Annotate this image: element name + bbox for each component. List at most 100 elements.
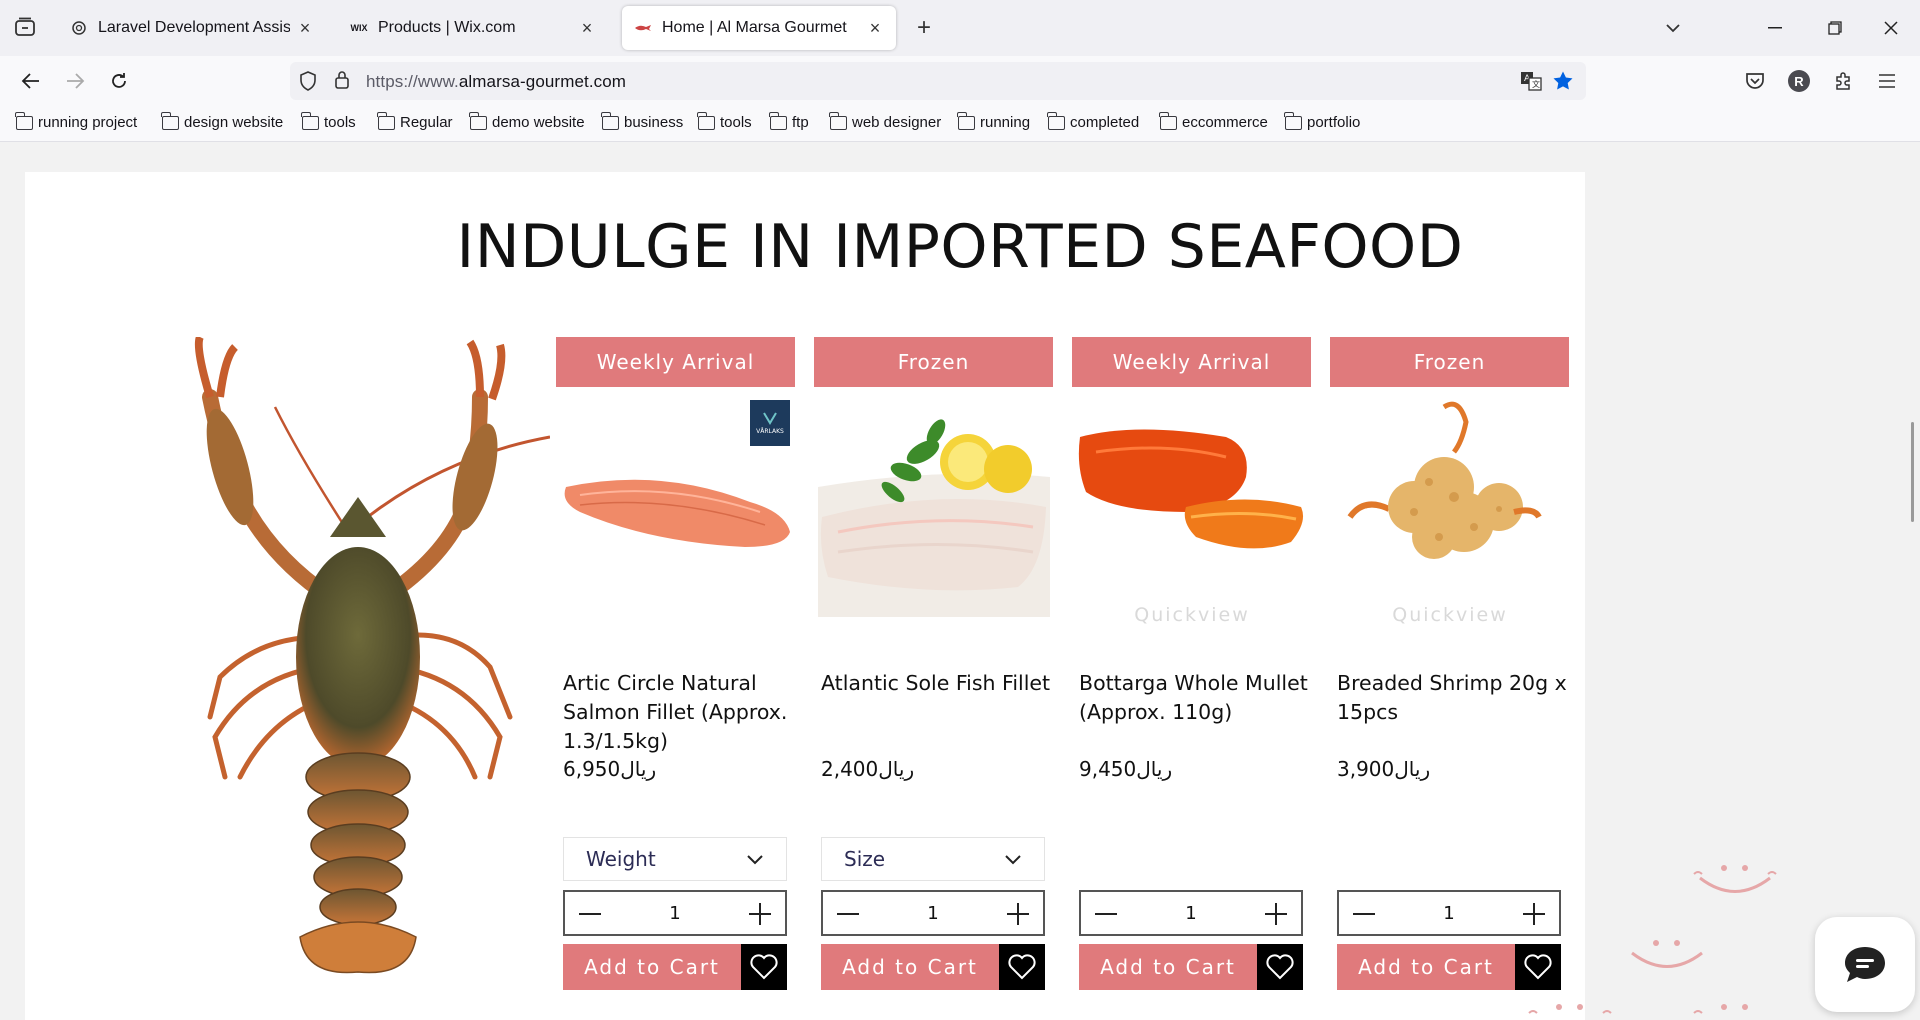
product-card[interactable]: Weekly Arrival VÅRLAKS Artic Circle Natu… (556, 337, 796, 1020)
wishlist-button[interactable] (741, 944, 787, 990)
tab-wix[interactable]: WIX Products | Wix.com × (338, 6, 608, 50)
minimize-icon[interactable] (1760, 14, 1790, 42)
tab-almarsa[interactable]: Home | Al Marsa Gourmet × (622, 6, 896, 50)
svg-text:文: 文 (1532, 79, 1540, 89)
quickview-link[interactable]: Quickview (1072, 604, 1312, 626)
url-text: https://www.almarsa-gourmet.com (366, 72, 627, 91)
plus-icon[interactable] (1263, 901, 1289, 927)
product-name[interactable]: Artic Circle Natural Salmon Fillet (Appr… (563, 669, 795, 756)
product-name[interactable]: Breaded Shrimp 20g x 15pcs (1337, 669, 1569, 727)
chevron-down-icon (747, 855, 763, 865)
quantity-value[interactable]: 1 (927, 903, 938, 924)
close-icon[interactable]: × (578, 18, 596, 38)
quantity-stepper[interactable]: 1 (563, 890, 787, 936)
tab-laravel[interactable]: Laravel Development Assistance × (58, 6, 326, 50)
extensions-icon[interactable] (1828, 66, 1858, 96)
back-arrow-icon[interactable] (16, 66, 46, 96)
product-image[interactable] (1076, 397, 1308, 617)
close-window-icon[interactable] (1876, 14, 1906, 42)
add-to-cart-button[interactable]: Add to Cart (821, 944, 999, 990)
plus-icon[interactable] (1521, 901, 1547, 927)
crayfish-image (194, 337, 550, 974)
scrollbar-thumb[interactable] (1911, 422, 1914, 522)
close-icon[interactable]: × (866, 18, 884, 38)
wix-icon: WIX (350, 23, 368, 33)
bookmark-folder[interactable]: eccommerce (1159, 111, 1268, 131)
product-image[interactable] (818, 397, 1050, 617)
pocket-icon[interactable] (1740, 66, 1770, 96)
product-price: 6,950ريال (563, 757, 657, 781)
address-bar[interactable]: https://www.almarsa-gourmet.com A文 (290, 62, 1586, 100)
tab-title: Laravel Development Assistance (98, 19, 290, 36)
product-name[interactable]: Atlantic Sole Fish Fillet (821, 669, 1053, 698)
wishlist-button[interactable] (999, 944, 1045, 990)
lock-icon[interactable] (334, 70, 350, 95)
add-to-cart-button[interactable]: Add to Cart (1337, 944, 1515, 990)
product-image[interactable]: VÅRLAKS (560, 397, 792, 617)
forward-arrow-icon[interactable] (60, 66, 90, 96)
quantity-value[interactable]: 1 (669, 903, 680, 924)
close-icon[interactable]: × (296, 18, 314, 38)
chat-button[interactable] (1815, 917, 1915, 1012)
product-name[interactable]: Bottarga Whole Mullet (Approx. 110g) (1079, 669, 1311, 727)
minus-icon[interactable] (835, 901, 861, 927)
avatar[interactable]: R (1784, 66, 1814, 96)
plus-icon[interactable] (1005, 901, 1031, 927)
wishlist-button[interactable] (1257, 944, 1303, 990)
weight-select[interactable]: Weight (563, 837, 787, 881)
minus-icon[interactable] (1093, 901, 1119, 927)
bookmark-folder[interactable]: tools (697, 111, 752, 131)
bookmark-folder[interactable]: business (601, 111, 683, 131)
product-card[interactable]: Weekly Arrival Quickview Bottarga Whole … (1072, 337, 1312, 1020)
quickview-link[interactable]: Quickview (1330, 604, 1570, 626)
folder-icon (1159, 111, 1177, 130)
quantity-value[interactable]: 1 (1443, 903, 1454, 924)
tab-list-icon[interactable] (12, 14, 38, 40)
list-all-tabs-icon[interactable] (1658, 14, 1688, 42)
add-to-cart-button[interactable]: Add to Cart (1079, 944, 1257, 990)
tab-title: Home | Al Marsa Gourmet (662, 19, 847, 36)
star-bookmark-icon[interactable] (1552, 70, 1574, 97)
folder-icon (957, 111, 975, 130)
shield-icon[interactable] (298, 70, 318, 97)
quantity-stepper[interactable]: 1 (1079, 890, 1303, 936)
product-card[interactable]: Frozen Quickview Breaded Shrimp 20g x 15… (1330, 337, 1570, 1020)
page-viewport: INDULGE IN IMPORTED SEAFOOD Weekly Arriv… (0, 142, 1920, 1020)
bookmarks-toolbar: running project design website tools Reg… (0, 106, 1920, 142)
bookmark-folder[interactable]: web designer (829, 111, 941, 131)
bookmark-folder[interactable]: completed (1047, 111, 1139, 131)
new-tab-icon[interactable]: + (910, 14, 938, 42)
product-ribbon: Frozen (814, 337, 1053, 387)
heart-icon (1008, 954, 1036, 980)
product-price: 9,450ريال (1079, 757, 1173, 781)
minus-icon[interactable] (1351, 901, 1377, 927)
bookmark-folder[interactable]: Regular (377, 111, 453, 131)
smiley-doodle-icon (1693, 865, 1777, 893)
product-card[interactable]: Frozen Atlantic Sole Fish Fillet 2,400ري… (814, 337, 1054, 1020)
plus-icon[interactable] (747, 901, 773, 927)
product-ribbon: Weekly Arrival (556, 337, 795, 387)
bookmark-folder[interactable]: running project (15, 111, 137, 131)
folder-icon (161, 111, 179, 130)
quantity-stepper[interactable]: 1 (1337, 890, 1561, 936)
menu-icon[interactable] (1872, 66, 1902, 96)
bookmark-folder[interactable]: tools (301, 111, 356, 131)
bookmark-folder[interactable]: running (957, 111, 1030, 131)
site-icon (634, 19, 652, 37)
product-image[interactable] (1334, 397, 1566, 617)
reload-icon[interactable] (104, 66, 134, 96)
minus-icon[interactable] (577, 901, 603, 927)
size-select[interactable]: Size (821, 837, 1045, 881)
bookmark-folder[interactable]: ftp (769, 111, 809, 131)
bookmark-folder[interactable]: demo website (469, 111, 585, 131)
restore-icon[interactable] (1820, 14, 1850, 42)
bookmark-folder[interactable]: portfolio (1284, 111, 1360, 131)
add-to-cart-button[interactable]: Add to Cart (563, 944, 741, 990)
wishlist-button[interactable] (1515, 944, 1561, 990)
quantity-stepper[interactable]: 1 (821, 890, 1045, 936)
quantity-value[interactable]: 1 (1185, 903, 1196, 924)
chevron-down-icon (1005, 855, 1021, 865)
heart-icon (750, 954, 778, 980)
bookmark-folder[interactable]: design website (161, 111, 283, 131)
translate-icon[interactable]: A文 (1520, 71, 1542, 96)
